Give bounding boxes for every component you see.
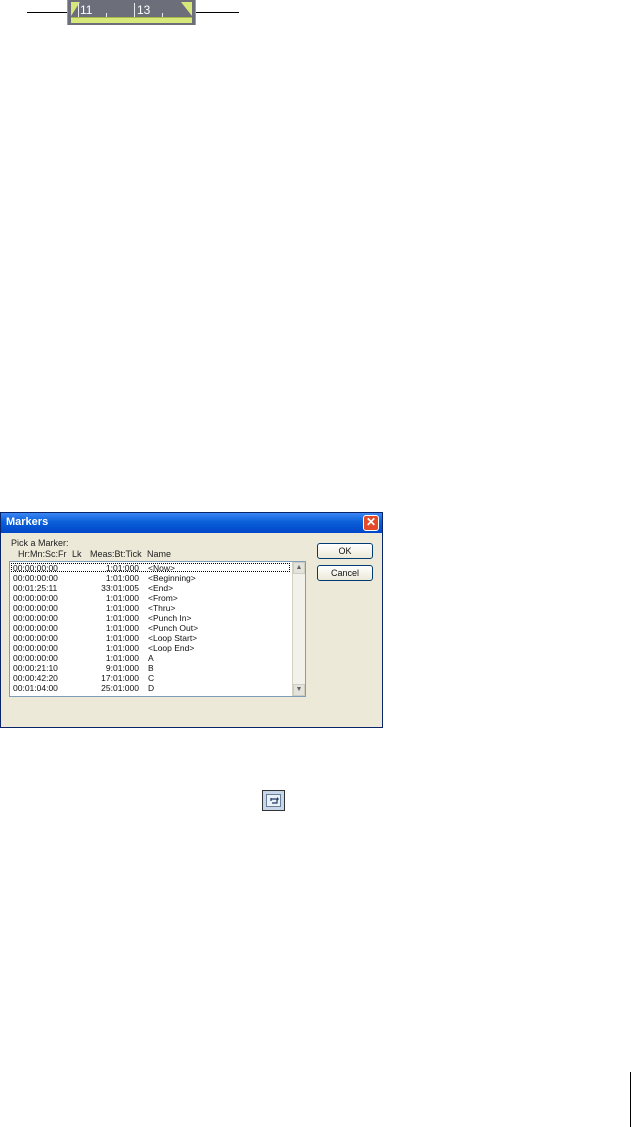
row-meas: 17:01:000 bbox=[101, 673, 139, 683]
table-row[interactable]: 00:00:21:10 9:01:000 B bbox=[10, 663, 290, 673]
table-row[interactable]: 00:00:42:20 17:01:000 C bbox=[10, 673, 290, 683]
dialog-title: Markers bbox=[6, 516, 49, 528]
row-time: 00:00:00:00 bbox=[13, 613, 58, 623]
row-name: <Thru> bbox=[148, 603, 176, 613]
row-time: 00:01:04:00 bbox=[13, 683, 58, 693]
loop-ruler[interactable]: 11 13 bbox=[67, 0, 196, 25]
row-time: 00:01:25:11 bbox=[13, 583, 58, 593]
table-row[interactable]: 00:00:00:00 1:01:000 A bbox=[10, 653, 290, 663]
row-meas: 1:01:000 bbox=[105, 643, 139, 653]
row-meas: 1:01:000 bbox=[105, 603, 139, 613]
row-meas: 1:01:000 bbox=[105, 653, 139, 663]
title-bar[interactable]: Markers ✕ bbox=[1, 513, 382, 533]
table-row[interactable]: 00:00:00:00 1:01:000 <Beginning> bbox=[10, 573, 290, 583]
loop-toggle-icon bbox=[266, 794, 281, 807]
row-time: 00:00:00:00 bbox=[13, 563, 58, 573]
ruler-label-end: 13 bbox=[137, 3, 151, 17]
cancel-button[interactable]: Cancel bbox=[317, 565, 373, 581]
row-meas: 9:01:000 bbox=[105, 663, 139, 673]
callout-line-left bbox=[27, 12, 69, 13]
row-name: <Punch In> bbox=[148, 613, 192, 623]
ok-button[interactable]: OK bbox=[317, 543, 373, 559]
close-button[interactable]: ✕ bbox=[363, 515, 379, 531]
row-meas: 1:01:000 bbox=[105, 593, 139, 603]
row-time: 00:00:00:00 bbox=[13, 633, 58, 643]
row-meas: 25:01:000 bbox=[101, 683, 139, 693]
list-scrollbar[interactable]: ▲ ▼ bbox=[292, 562, 305, 696]
row-name: <Punch Out> bbox=[148, 623, 199, 633]
marker-list[interactable]: 00:00:00:00 1:01:000 <Now> 00:00:00:00 1:01:… bbox=[9, 561, 306, 697]
column-header-lock: Lk bbox=[72, 549, 82, 559]
row-meas: 1:01:000 bbox=[105, 623, 139, 633]
row-time: 00:00:00:00 bbox=[13, 623, 58, 633]
table-row[interactable]: 00:00:00:00 1:01:000 <Punch In> bbox=[10, 613, 290, 623]
loop-toggle-button[interactable] bbox=[262, 790, 285, 811]
row-name: <Loop Start> bbox=[148, 633, 198, 643]
ruler-label-start: 11 bbox=[80, 3, 93, 17]
pick-marker-label: Pick a Marker: bbox=[11, 538, 69, 548]
row-time: 00:00:00:00 bbox=[13, 573, 58, 583]
row-name: <Beginning> bbox=[148, 573, 196, 583]
row-time: 00:00:00:00 bbox=[13, 603, 58, 613]
loop-region-bar bbox=[71, 17, 192, 23]
close-icon: ✕ bbox=[365, 515, 377, 529]
row-meas: 1:01:000 bbox=[105, 563, 139, 573]
row-name: B bbox=[148, 663, 154, 673]
loop-end-marker[interactable] bbox=[181, 2, 192, 16]
row-name: D bbox=[148, 683, 155, 693]
row-time: 00:00:00:00 bbox=[13, 653, 58, 663]
ruler-tick bbox=[78, 3, 79, 17]
table-row[interactable]: 00:00:00:00 1:01:000 <Loop Start> bbox=[10, 633, 290, 643]
row-time: 00:00:21:10 bbox=[13, 663, 58, 673]
row-meas: 33:01:005 bbox=[101, 583, 139, 593]
table-row[interactable]: 00:00:00:00 1:01:000 <Now> bbox=[10, 563, 290, 573]
table-row[interactable]: 00:01:25:11 33:01:005 <End> bbox=[10, 583, 290, 593]
row-time: 00:00:00:00 bbox=[13, 593, 58, 603]
row-name: <Now> bbox=[148, 563, 175, 573]
ruler-tick bbox=[134, 3, 135, 17]
row-name: C bbox=[148, 673, 155, 683]
row-meas: 1:01:000 bbox=[105, 633, 139, 643]
scroll-up-button[interactable]: ▲ bbox=[293, 562, 305, 574]
table-row[interactable]: 00:00:00:00 1:01:000 <Loop End> bbox=[10, 643, 290, 653]
table-row[interactable]: 00:00:00:00 1:01:000 <Punch Out> bbox=[10, 623, 290, 633]
row-name: <From> bbox=[148, 593, 178, 603]
table-row[interactable]: 00:00:00:00 1:01:000 <From> bbox=[10, 593, 290, 603]
callout-line-right bbox=[196, 12, 239, 13]
column-header-time: Hr:Mn:Sc:Fr bbox=[18, 549, 67, 559]
row-name: A bbox=[148, 653, 154, 663]
row-name: <Loop End> bbox=[148, 643, 195, 653]
table-row[interactable]: 00:00:00:00 1:01:000 <Thru> bbox=[10, 603, 290, 613]
row-meas: 1:01:000 bbox=[105, 613, 139, 623]
column-header-name: Name bbox=[147, 549, 172, 559]
scroll-down-button[interactable]: ▼ bbox=[293, 684, 305, 696]
row-time: 00:00:00:00 bbox=[13, 643, 58, 653]
row-meas: 1:01:000 bbox=[105, 573, 139, 583]
row-name: <End> bbox=[148, 583, 174, 593]
column-header-meas: Meas:Bt:Tick bbox=[90, 549, 142, 559]
page-edge-rule bbox=[630, 1072, 631, 1127]
row-time: 00:00:42:20 bbox=[13, 673, 58, 683]
markers-dialog: Markers ✕ Pick a Marker: Hr:Mn:Sc:Fr Lk … bbox=[0, 512, 383, 728]
table-row[interactable]: 00:01:04:00 25:01:000 D bbox=[10, 683, 290, 693]
